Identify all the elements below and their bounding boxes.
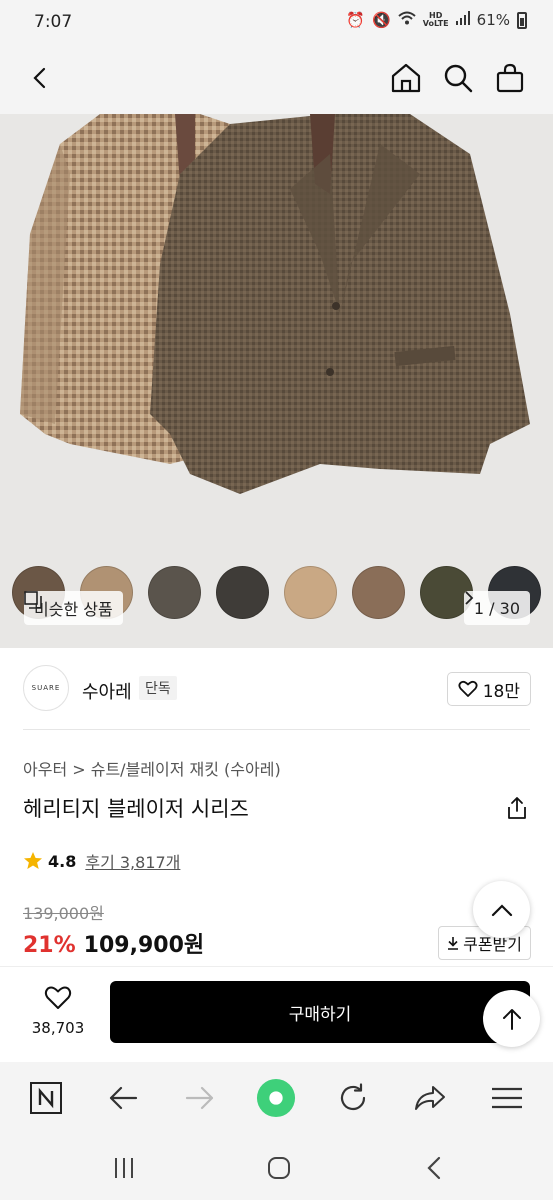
arrow-left-icon (109, 1086, 138, 1110)
app-header (0, 42, 553, 114)
system-nav-bar (0, 1134, 553, 1200)
brand-like-button[interactable]: 18만 (446, 672, 531, 706)
brand-like-count: 18만 (482, 681, 520, 702)
rating-score: 4.8 (48, 851, 77, 871)
discount-rate: 21% (23, 933, 76, 958)
back-button[interactable] (19, 56, 63, 100)
browser-forward-button[interactable] (180, 1078, 220, 1118)
heart-icon (44, 986, 72, 1009)
browser-back-button[interactable] (103, 1078, 143, 1118)
forward-share-icon (415, 1086, 445, 1110)
brand-logo[interactable]: SUARE (23, 665, 69, 711)
home-icon (391, 63, 421, 93)
green-dot-icon (256, 1078, 296, 1118)
mute-icon: 🔇 (372, 11, 391, 29)
status-icons: ⏰ 🔇 HD VoLTE 61% (346, 11, 527, 29)
home-button[interactable] (384, 56, 428, 100)
arrow-right-icon (185, 1086, 214, 1110)
refresh-button[interactable] (333, 1078, 373, 1118)
product-title: 헤리티지 블레이저 시리즈 (23, 797, 249, 821)
cart-button[interactable] (488, 56, 532, 100)
battery-percent: 61% (476, 11, 510, 29)
hd-voice-icon: HD VoLTE (422, 11, 449, 28)
exclusive-badge: 단독 (139, 676, 177, 700)
collapse-button[interactable] (473, 881, 530, 938)
download-icon (448, 937, 459, 950)
alarm-icon: ⏰ (346, 11, 366, 29)
recent-apps-icon (115, 1158, 133, 1178)
page-indicator-text: 1 / 30 (473, 598, 520, 618)
wifi-icon (398, 11, 416, 29)
browser-home-button[interactable] (256, 1078, 296, 1118)
hamburger-menu-icon (492, 1087, 522, 1109)
divider (23, 729, 530, 730)
breadcrumb[interactable]: 아우터 > 슈트/블레이저 재킷 (수아레) (23, 756, 281, 780)
product-image[interactable]: 비슷한 상품 1 / 30 (0, 114, 553, 648)
status-bar: 7:07 ⏰ 🔇 HD VoLTE 61% (0, 0, 553, 42)
image-page-indicator[interactable]: 1 / 30 (463, 591, 530, 625)
wish-count: 38,703 (31, 1019, 85, 1037)
color-swatch[interactable] (148, 566, 201, 619)
arrow-up-icon (502, 1008, 521, 1030)
search-icon (444, 64, 473, 93)
system-home-button[interactable] (263, 1152, 295, 1184)
color-swatch[interactable] (352, 566, 405, 619)
chevron-up-icon (491, 903, 512, 916)
brand-name[interactable]: 수아레 (82, 678, 132, 704)
search-button[interactable] (436, 56, 480, 100)
star-icon (24, 852, 42, 869)
system-back-button[interactable] (418, 1152, 450, 1184)
review-count-link[interactable]: 후기 3,817개 (85, 849, 180, 873)
home-circle-icon (268, 1157, 290, 1179)
signal-icon (455, 11, 470, 29)
share-icon (508, 797, 526, 819)
naver-logo-icon (30, 1082, 62, 1114)
similar-products-button[interactable]: 비슷한 상품 (24, 591, 123, 625)
scroll-to-top-button[interactable] (483, 990, 540, 1047)
chevron-left-icon (33, 67, 46, 89)
menu-button[interactable] (487, 1078, 527, 1118)
color-swatch[interactable] (284, 566, 337, 619)
shopping-bag-icon (496, 63, 524, 93)
sale-price-row: 21% 109,900원 (23, 927, 204, 959)
brand-row: SUARE 수아레 단독 18만 (0, 648, 553, 730)
share-button[interactable] (505, 796, 529, 820)
similar-label: 비슷한 상품 (34, 600, 113, 619)
purchase-bar: 38,703 구매하기 (0, 966, 553, 1056)
browser-toolbar (0, 1062, 553, 1134)
color-swatch[interactable] (216, 566, 269, 619)
similar-icon (24, 591, 42, 609)
chevron-right-icon (465, 591, 474, 605)
buy-button[interactable]: 구매하기 (110, 981, 530, 1043)
brand-logo-text: SUARE (31, 684, 61, 692)
naver-button[interactable] (26, 1078, 66, 1118)
refresh-icon (340, 1083, 366, 1111)
recent-apps-button[interactable] (108, 1152, 140, 1184)
chevron-left-icon (427, 1156, 441, 1180)
rating-row: 4.8 후기 3,817개 (23, 849, 180, 873)
wishlist-button[interactable]: 38,703 (23, 985, 93, 1037)
share-page-button[interactable] (410, 1078, 450, 1118)
battery-icon (517, 11, 527, 29)
heart-icon (458, 680, 478, 697)
original-price: 139,000원 (23, 904, 104, 923)
status-time: 7:07 (34, 12, 73, 32)
sale-price: 109,900원 (83, 933, 205, 958)
